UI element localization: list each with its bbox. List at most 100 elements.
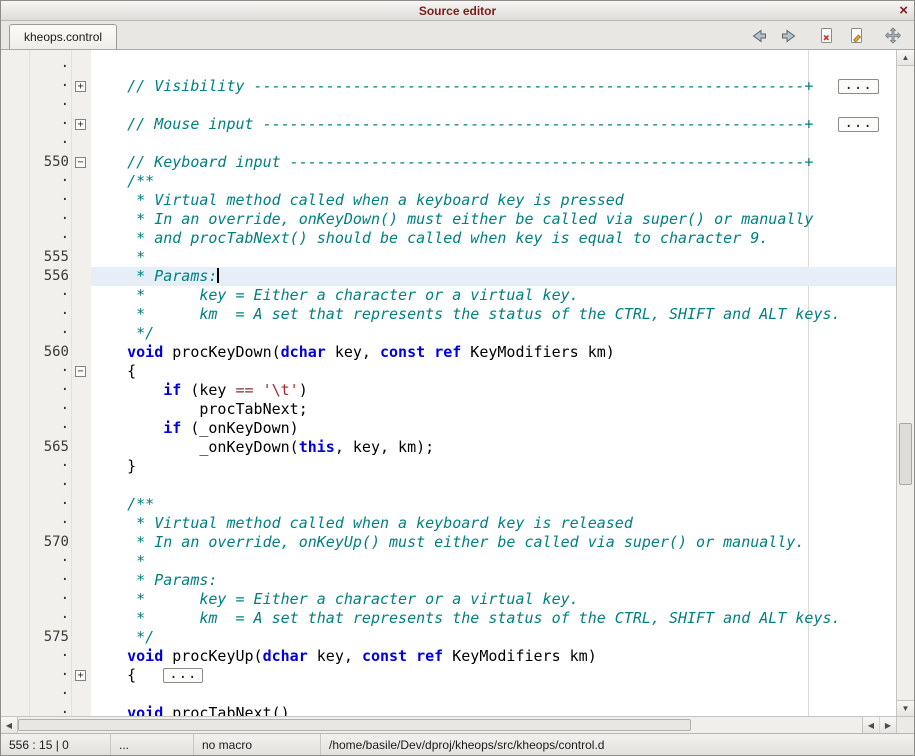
code-line[interactable]: { [91, 362, 896, 381]
code-token: == [236, 381, 254, 399]
code-token [425, 343, 434, 361]
code-token: (key [181, 381, 235, 399]
tab-bar: kheops.control [1, 21, 914, 50]
go-back-button[interactable] [750, 27, 768, 45]
code-line[interactable]: if (key == '\t') [91, 381, 896, 400]
code-line[interactable]: * Params: [91, 571, 896, 590]
code-line[interactable]: { ... [91, 666, 896, 685]
code-line[interactable]: * Virtual method called when a keyboard … [91, 514, 896, 533]
code-line[interactable]: void procTabNext() [91, 704, 896, 716]
gutter-rows: ··+··+·550−····555556···560·−···565····5… [1, 58, 91, 716]
code-line[interactable]: /** [91, 172, 896, 191]
collapsed-fold-box[interactable]: ... [163, 668, 203, 683]
fold-collapse-icon[interactable]: − [75, 366, 86, 377]
code-line[interactable]: * km = A set that represents the status … [91, 305, 896, 324]
close-document-button[interactable] [818, 27, 836, 45]
code-line[interactable]: // Visibility --------------------------… [91, 77, 896, 96]
scrollbar-corner [896, 717, 914, 733]
scroll-right-button[interactable]: ▶ [879, 717, 896, 733]
code-line[interactable] [91, 96, 896, 115]
code-token: { [91, 666, 145, 684]
code-line[interactable] [91, 134, 896, 153]
line-dot: · [61, 210, 69, 229]
code-token: const [362, 647, 407, 665]
fold-expand-icon[interactable]: + [75, 670, 86, 681]
fold-expand-icon[interactable]: + [75, 81, 86, 92]
code-editor[interactable]: ··+··+·550−····555556···560·−···565····5… [1, 50, 896, 716]
fold-collapse-icon[interactable]: − [75, 157, 86, 168]
file-path: /home/basile/Dev/dproj/kheops/src/kheops… [329, 738, 604, 752]
fold-expand-icon[interactable]: + [75, 119, 86, 130]
code-line[interactable]: * key = Either a character or a virtual … [91, 590, 896, 609]
code-token [91, 381, 163, 399]
code-line[interactable]: // Keyboard input ----------------------… [91, 153, 896, 172]
code-line[interactable]: * Virtual method called when a keyboard … [91, 191, 896, 210]
line-dot: · [61, 77, 69, 96]
code-token: void [127, 647, 163, 665]
code-line[interactable] [91, 685, 896, 704]
code-token: * In an override, onKeyDown() must eithe… [91, 210, 813, 228]
code-line[interactable]: * km = A set that represents the status … [91, 609, 896, 628]
code-line[interactable]: */ [91, 324, 896, 343]
code-token: */ [91, 628, 154, 646]
code-line[interactable]: */ [91, 628, 896, 647]
code-line[interactable]: } [91, 457, 896, 476]
line-dot: · [61, 362, 69, 381]
code-line[interactable] [91, 58, 896, 77]
code-token: ) [299, 381, 308, 399]
scroll-down-button[interactable]: ▼ [897, 700, 914, 716]
scroll-up-button[interactable]: ▲ [897, 50, 914, 66]
code-line[interactable]: * [91, 248, 896, 267]
code-token: // Keyboard input ----------------------… [91, 153, 813, 171]
code-line[interactable]: * key = Either a character or a virtual … [91, 286, 896, 305]
gutter-row: · [1, 476, 91, 495]
code-line[interactable]: * In an override, onKeyUp() must either … [91, 533, 896, 552]
tab-label: kheops.control [24, 30, 102, 44]
line-dot: · [61, 552, 69, 571]
scroll-left-button[interactable]: ◀ [1, 717, 18, 733]
code-token: */ [91, 324, 154, 342]
save-document-button[interactable] [848, 27, 866, 45]
split-view-button[interactable] [884, 27, 902, 45]
code-line[interactable]: if (_onKeyDown) [91, 419, 896, 438]
caret-position: 556 : 15 | 0 [9, 738, 69, 752]
code-line[interactable]: // Mouse input -------------------------… [91, 115, 896, 134]
gutter-row: · [1, 286, 91, 305]
code-line-current[interactable]: * Params: [91, 267, 896, 286]
collapsed-fold-box[interactable]: ... [838, 79, 878, 94]
code-line[interactable]: * and procTabNext() should be called whe… [91, 229, 896, 248]
code-line[interactable]: * [91, 552, 896, 571]
gutter-row: · [1, 381, 91, 400]
macro-state: no macro [202, 738, 252, 752]
code-line[interactable]: procTabNext; [91, 400, 896, 419]
code-line[interactable]: void procKeyUp(dchar key, const ref KeyM… [91, 647, 896, 666]
scroll-left-button-2[interactable]: ◀ [862, 717, 879, 733]
vertical-scrollbar-thumb[interactable] [899, 423, 912, 485]
code-token: * Virtual method called when a keyboard … [91, 514, 633, 532]
horizontal-scrollbar[interactable]: ◀ ◀ ▶ [1, 716, 914, 733]
horizontal-scrollbar-thumb[interactable] [18, 719, 691, 731]
forward-arrow-icon [780, 27, 798, 45]
line-number: 550 [44, 153, 69, 172]
code-line[interactable]: void procKeyDown(dchar key, const ref Ke… [91, 343, 896, 362]
code-token: ref [416, 647, 443, 665]
code-token: /** [91, 495, 154, 513]
code-line[interactable]: * In an override, onKeyDown() must eithe… [91, 210, 896, 229]
code-token: dchar [263, 647, 308, 665]
up-arrow-icon: ▲ [902, 53, 910, 62]
close-window-button[interactable]: × [899, 2, 908, 20]
modified-state: ... [119, 738, 129, 752]
collapsed-fold-box[interactable]: ... [838, 117, 878, 132]
tab-kheops-control[interactable]: kheops.control [9, 24, 117, 49]
line-dot: · [61, 400, 69, 419]
line-dot: · [61, 305, 69, 324]
code-line[interactable]: /** [91, 495, 896, 514]
gutter-row: 555 [1, 248, 91, 267]
line-dot: · [61, 571, 69, 590]
code-line[interactable] [91, 476, 896, 495]
vertical-scrollbar[interactable]: ▲ ▼ [896, 50, 914, 716]
code-line[interactable]: _onKeyDown(this, key, km); [91, 438, 896, 457]
go-forward-button[interactable] [780, 27, 798, 45]
code-token: key, [326, 343, 380, 361]
gutter-row: · [1, 400, 91, 419]
